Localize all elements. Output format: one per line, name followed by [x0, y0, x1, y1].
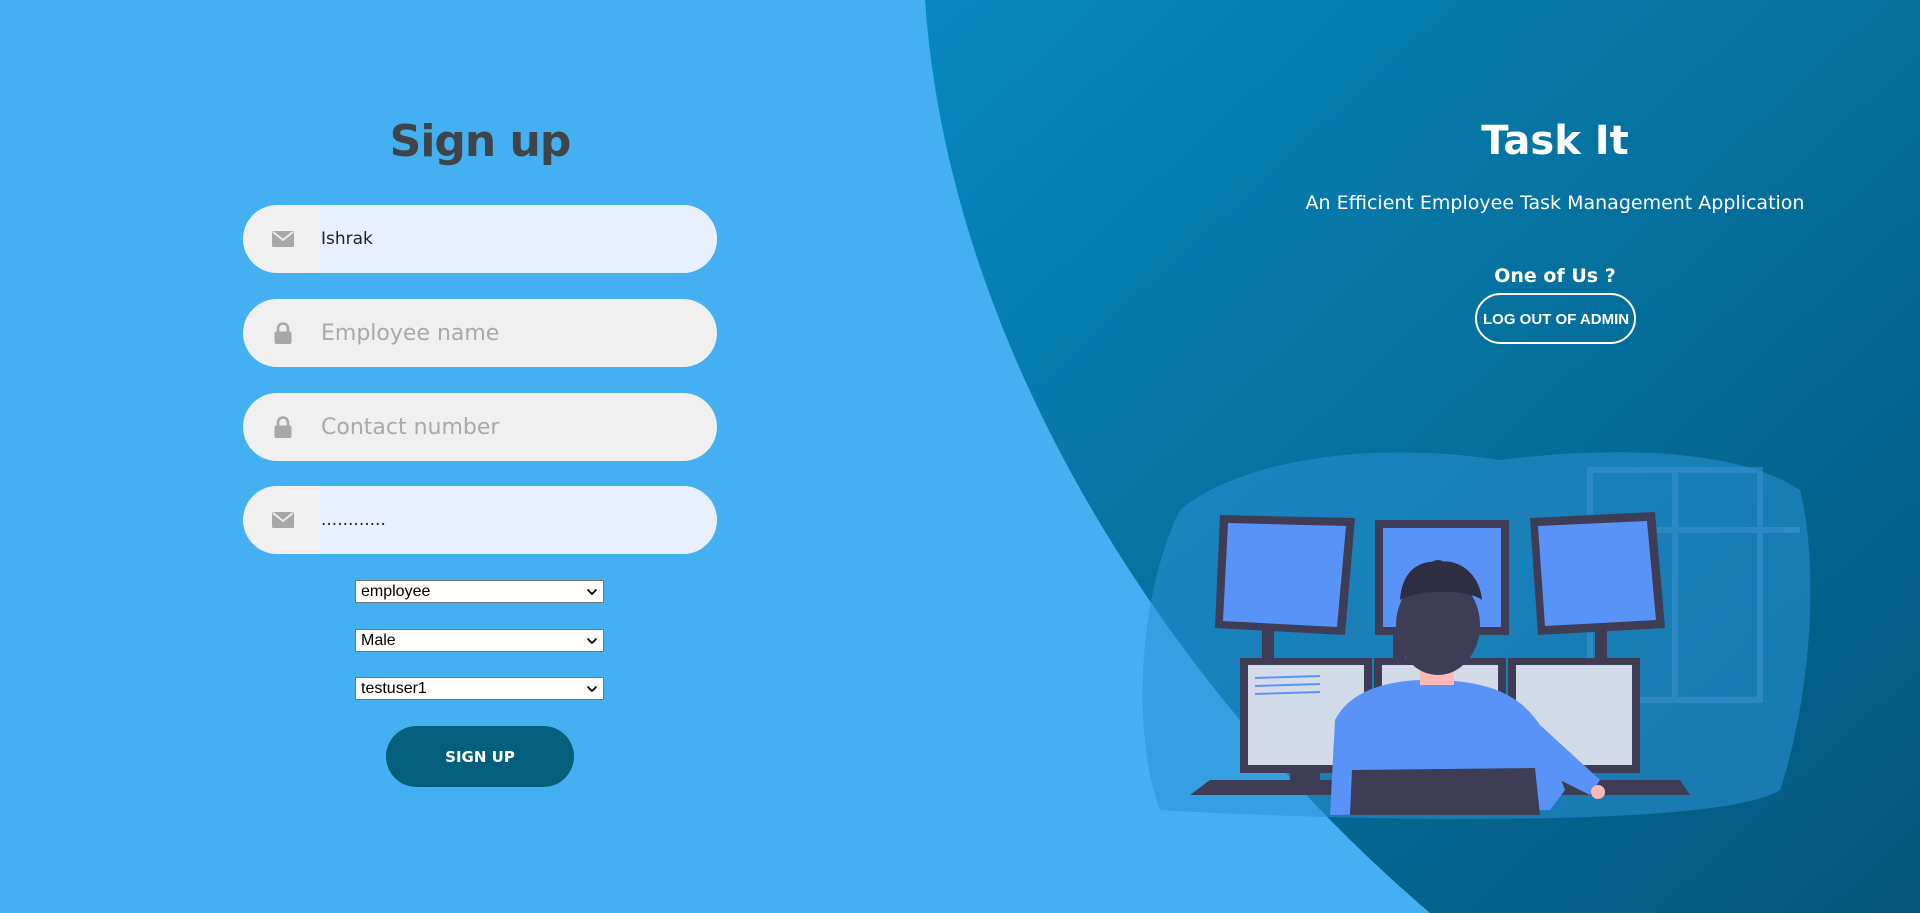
employee-name-input[interactable] — [319, 299, 709, 367]
gender-select[interactable]: Male — [355, 629, 604, 652]
username-field-wrapper — [243, 205, 717, 273]
logout-admin-button[interactable]: LOG OUT OF ADMIN — [1475, 293, 1636, 344]
chevron-down-icon — [586, 685, 598, 693]
brand-title: Task It — [1481, 118, 1629, 164]
monitor-top-left — [1215, 515, 1355, 635]
brand-tagline: An Efficient Employee Task Management Ap… — [1305, 192, 1805, 214]
signup-form: Sign up Ishrak Employee name Contact num… — [0, 0, 960, 913]
page: Sign up Ishrak Employee name Contact num… — [0, 0, 1920, 913]
contact-number-input[interactable] — [319, 393, 709, 461]
workstation-illustration — [1142, 452, 1811, 819]
one-of-us-prompt: One of Us ? — [1494, 265, 1616, 287]
monitor-top-right — [1530, 512, 1665, 635]
lock-icon — [274, 416, 292, 438]
role-select[interactable]: employee — [355, 580, 604, 603]
role-select-value: employee — [361, 583, 431, 600]
envelope-icon — [272, 231, 294, 247]
password-field-wrapper — [243, 486, 717, 554]
manager-select[interactable]: testuser1 — [355, 677, 604, 700]
manager-select-value: testuser1 — [361, 680, 427, 697]
contact-field-wrapper — [243, 393, 717, 461]
chevron-down-icon — [586, 588, 598, 596]
lock-icon — [274, 322, 292, 344]
signup-title: Sign up — [389, 116, 572, 167]
employee-name-field-wrapper — [243, 299, 717, 367]
gender-select-value: Male — [361, 632, 396, 649]
password-input[interactable] — [319, 486, 709, 554]
signup-button[interactable]: SIGN UP — [386, 726, 574, 787]
username-input[interactable] — [319, 205, 709, 273]
envelope-icon — [272, 512, 294, 528]
chevron-down-icon — [586, 637, 598, 645]
